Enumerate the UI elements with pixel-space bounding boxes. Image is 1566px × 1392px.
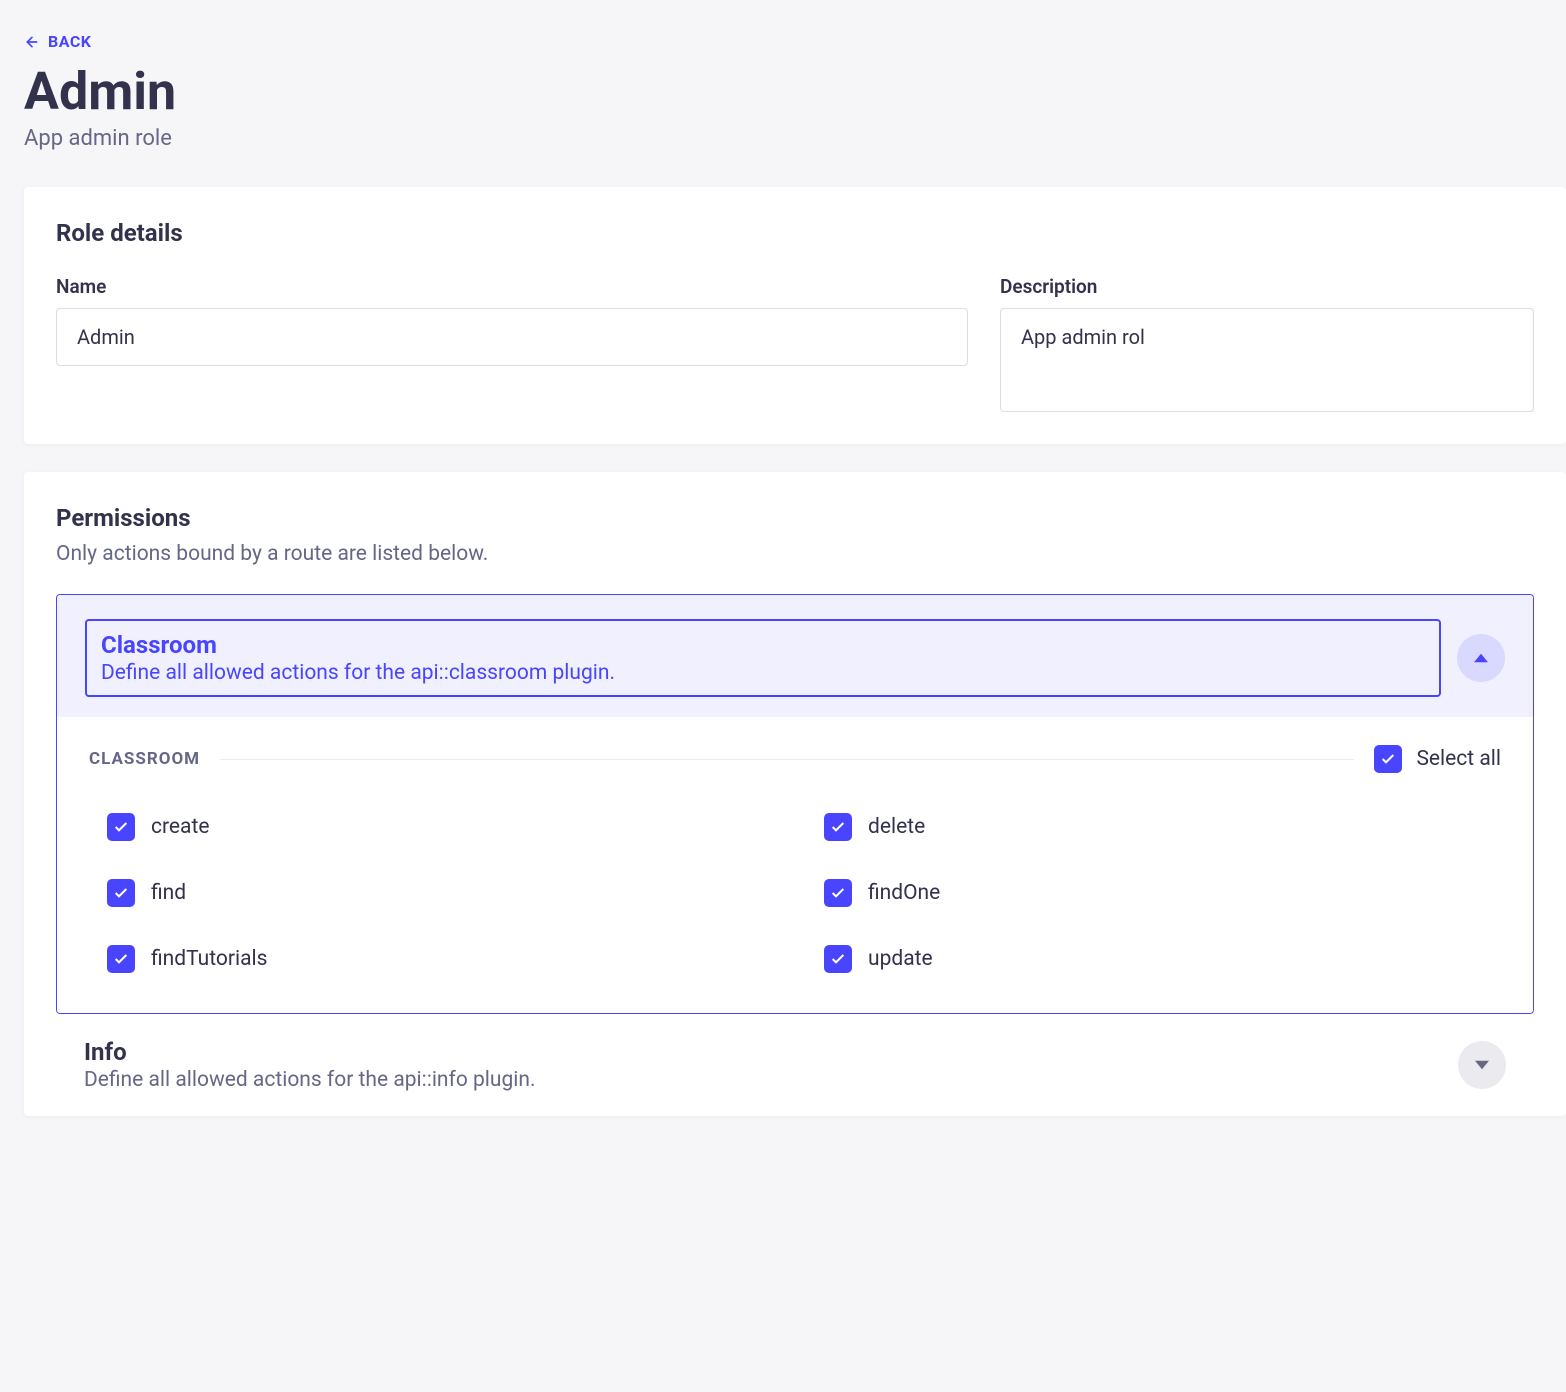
check-icon [113, 951, 129, 967]
accordion-title-classroom: Classroom [101, 631, 1425, 659]
check-icon [113, 885, 129, 901]
accordion-header-classroom[interactable]: Classroom Define all allowed actions for… [57, 595, 1533, 717]
divider [220, 759, 1354, 760]
action-findone[interactable]: findOne [824, 879, 1501, 907]
collapse-button-classroom[interactable] [1457, 634, 1505, 682]
accordion-desc-info: Define all allowed actions for the api::… [84, 1068, 536, 1092]
action-create[interactable]: create [107, 813, 784, 841]
group-label-classroom: CLASSROOM [89, 749, 200, 769]
description-label: Description [1000, 275, 1534, 298]
action-checkbox-findone[interactable] [824, 879, 852, 907]
action-label: create [151, 815, 209, 839]
check-icon [1380, 751, 1396, 767]
check-icon [830, 819, 846, 835]
role-details-heading: Role details [56, 219, 1534, 247]
permissions-heading: Permissions [56, 504, 1534, 532]
name-label: Name [56, 275, 968, 298]
check-icon [830, 885, 846, 901]
arrow-left-icon [24, 34, 40, 50]
page-title: Admin [24, 63, 1566, 120]
accordion-desc-classroom: Define all allowed actions for the api::… [101, 661, 1425, 685]
accordion-body-classroom: CLASSROOM Select all create [57, 717, 1533, 1013]
caret-down-icon [1475, 1058, 1489, 1072]
permissions-card: Permissions Only actions bound by a rout… [24, 472, 1566, 1116]
description-input[interactable] [1000, 308, 1534, 412]
select-all-label: Select all [1416, 747, 1501, 771]
action-update[interactable]: update [824, 945, 1501, 973]
action-label: delete [868, 815, 925, 839]
back-link[interactable]: BACK [24, 32, 91, 51]
select-all-classroom[interactable]: Select all [1374, 745, 1501, 773]
action-checkbox-find[interactable] [107, 879, 135, 907]
name-input[interactable] [56, 308, 968, 366]
permissions-subtitle: Only actions bound by a route are listed… [56, 542, 1534, 566]
role-details-card: Role details Name Description [24, 187, 1566, 444]
action-label: update [868, 947, 933, 971]
check-icon [113, 819, 129, 835]
accordion-title-info: Info [84, 1038, 536, 1066]
action-find[interactable]: find [107, 879, 784, 907]
action-label: findOne [868, 881, 940, 905]
accordion-classroom: Classroom Define all allowed actions for… [56, 594, 1534, 1014]
action-findtutorials[interactable]: findTutorials [107, 945, 784, 973]
back-label: BACK [48, 32, 91, 51]
caret-up-icon [1474, 651, 1488, 665]
action-checkbox-update[interactable] [824, 945, 852, 973]
page-subtitle: App admin role [24, 126, 1566, 151]
action-checkbox-delete[interactable] [824, 813, 852, 841]
action-checkbox-findtutorials[interactable] [107, 945, 135, 973]
action-checkbox-create[interactable] [107, 813, 135, 841]
select-all-checkbox[interactable] [1374, 745, 1402, 773]
action-label: findTutorials [151, 947, 267, 971]
check-icon [830, 951, 846, 967]
action-delete[interactable]: delete [824, 813, 1501, 841]
expand-button-info[interactable] [1458, 1041, 1506, 1089]
accordion-header-info[interactable]: Info Define all allowed actions for the … [56, 1014, 1534, 1116]
accordion-header-focus: Classroom Define all allowed actions for… [85, 619, 1441, 697]
action-label: find [151, 881, 186, 905]
